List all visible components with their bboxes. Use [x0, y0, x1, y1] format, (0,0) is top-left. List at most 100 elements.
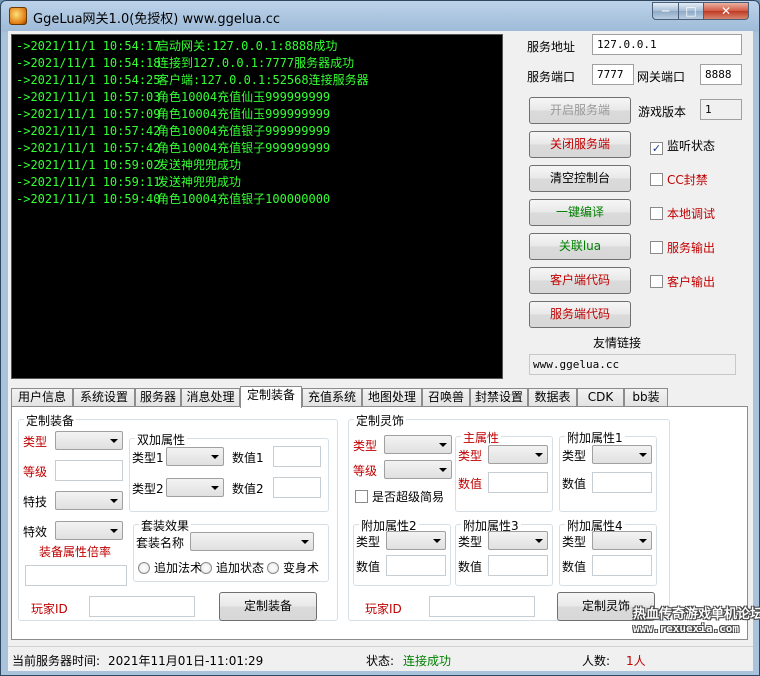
- maximize-button[interactable]: □: [678, 2, 704, 20]
- log-line: ->2021/11/1 10:54:25客户端:127.0.0.1:52568连…: [16, 72, 502, 89]
- start-server-button[interactable]: 开启服务端: [529, 97, 631, 124]
- main-attr-type-dropdown[interactable]: [488, 445, 548, 464]
- spirit-type-dropdown[interactable]: [384, 435, 452, 454]
- friend-links-list[interactable]: www.ggelua.cc: [529, 354, 736, 375]
- client-code-button[interactable]: 客户端代码: [529, 267, 631, 294]
- log-line: ->2021/11/1 10:57:09角色10004充值仙玉999999999: [16, 106, 502, 123]
- compile-button[interactable]: 一键编译: [529, 199, 631, 226]
- server-port-input[interactable]: 7777: [592, 64, 634, 85]
- game-version-label: 游戏版本: [638, 105, 687, 119]
- client-output-checkbox[interactable]: 客户输出: [650, 273, 715, 290]
- chevron-down-icon: [639, 539, 647, 543]
- log-line: ->2021/11/1 10:54:17启动网关:127.0.0.1:8888成…: [16, 38, 502, 55]
- add-attr3-value-label: 数值: [458, 560, 483, 574]
- log-line: ->2021/11/1 10:57:03角色10004充值仙玉999999999: [16, 89, 502, 106]
- equip-attr-rate-label: 装备属性倍率: [39, 545, 112, 559]
- radio-append-state-label: 追加状态: [216, 561, 265, 575]
- main-attr-value-input[interactable]: [488, 472, 548, 493]
- link-lua-button[interactable]: 关联lua: [529, 233, 631, 260]
- tab-5[interactable]: 充值系统: [302, 388, 362, 407]
- equip-type-dropdown[interactable]: [55, 431, 123, 450]
- add-attr1-type-dropdown[interactable]: [592, 445, 652, 464]
- title-bar[interactable]: GgeLua网关1.0(免授权) www.ggelua.cc ─ □ ✕: [1, 1, 759, 31]
- chevron-down-icon: [301, 540, 309, 544]
- chevron-down-icon: [110, 529, 118, 533]
- server-time-label: 当前服务器时间:: [12, 654, 101, 668]
- tab-10[interactable]: CDK: [577, 388, 624, 407]
- tab-7[interactable]: 召唤兽: [422, 388, 470, 407]
- equip-effect-dropdown[interactable]: [55, 521, 123, 540]
- add-attr3-type-dropdown[interactable]: [488, 531, 548, 550]
- radio-append-spell[interactable]: 追加法术: [138, 559, 202, 576]
- spirit-level-dropdown[interactable]: [384, 460, 452, 479]
- double-type2-dropdown[interactable]: [166, 478, 224, 497]
- log-message: 角色10004充值银子999999999: [157, 124, 331, 138]
- double-value1-label: 数值1: [232, 451, 264, 465]
- add-attr1-value-label: 数值: [562, 477, 587, 491]
- tab-11[interactable]: bb装: [624, 388, 668, 407]
- equip-player-id-input[interactable]: [89, 596, 195, 617]
- gateway-port-input[interactable]: 8888: [700, 64, 742, 85]
- client-area: ->2021/11/1 10:54:17启动网关:127.0.0.1:8888成…: [8, 31, 753, 671]
- set-name-dropdown[interactable]: [190, 532, 314, 551]
- equip-attr-rate-input[interactable]: [25, 565, 127, 586]
- spirit-player-id-input[interactable]: [429, 596, 535, 617]
- chevron-down-icon: [535, 539, 543, 543]
- chevron-down-icon: [110, 499, 118, 503]
- log-message: 启动网关:127.0.0.1:8888成功: [157, 39, 338, 53]
- tab-3[interactable]: 消息处理: [181, 388, 240, 407]
- tab-1[interactable]: 系统设置: [73, 388, 135, 407]
- local-debug-label: 本地调试: [667, 207, 716, 221]
- tab-6[interactable]: 地图处理: [362, 388, 422, 407]
- main-attr-group: 主属性 类型 数值: [455, 429, 553, 512]
- add-attr1-value-input[interactable]: [592, 472, 652, 493]
- custom-equipment-group: 定制装备 类型 等级 特技 特效 装备属性倍率 玩家ID 定制装备 双加属性 类…: [18, 412, 338, 621]
- double-value1-input[interactable]: [273, 446, 321, 467]
- add-attr2-group: 附加属性2 类型 数值: [353, 517, 451, 586]
- console-output[interactable]: ->2021/11/1 10:54:17启动网关:127.0.0.1:8888成…: [11, 34, 503, 379]
- spirit-level-label: 等级: [353, 464, 378, 478]
- clear-console-button[interactable]: 清空控制台: [529, 165, 631, 192]
- tab-8[interactable]: 封禁设置: [470, 388, 528, 407]
- server-code-button[interactable]: 服务端代码: [529, 301, 631, 328]
- listen-status-checkbox[interactable]: ✓ 监听状态: [650, 137, 715, 155]
- game-version-input[interactable]: 1: [700, 99, 742, 120]
- add-attr4-group: 附加属性4 类型 数值: [559, 517, 657, 586]
- super-simple-checkbox[interactable]: 是否超级简易: [355, 488, 444, 505]
- server-address-input[interactable]: 127.0.0.1: [592, 34, 742, 55]
- double-value2-input[interactable]: [273, 477, 321, 498]
- main-attr-value-label: 数值: [458, 477, 483, 491]
- tab-2[interactable]: 服务器: [135, 388, 181, 407]
- add-attr3-value-input[interactable]: [488, 555, 548, 576]
- equip-skill-dropdown[interactable]: [55, 491, 123, 510]
- tab-0[interactable]: 用户信息: [11, 388, 73, 407]
- server-time-value: 2021年11月01日-11:01:29: [108, 654, 264, 668]
- log-message: 角色10004充值银子999999999: [157, 141, 331, 155]
- server-output-checkbox[interactable]: 服务输出: [650, 239, 715, 256]
- add-attr4-value-input[interactable]: [592, 555, 652, 576]
- equip-type-label: 类型: [23, 435, 48, 449]
- equip-level-input[interactable]: [55, 460, 123, 481]
- tab-9[interactable]: 数据表: [528, 388, 577, 407]
- watermark-line1: 热血传奇游戏单机论坛: [633, 607, 760, 622]
- custom-spirit-group: 定制灵饰 类型 等级 是否超级简易 玩家ID 定制灵饰 主属性 类型 数值 附加…: [348, 412, 670, 621]
- log-timestamp: ->2021/11/1 10:59:11: [16, 175, 161, 189]
- set-effect-group: 套装效果 套装名称 追加法术 追加状态 变身术: [133, 517, 329, 582]
- friend-links-label: 友情链接: [593, 336, 642, 350]
- radio-append-state[interactable]: 追加状态: [200, 559, 264, 576]
- close-button[interactable]: ✕: [703, 2, 749, 20]
- checkmark-icon: ✓: [650, 142, 663, 155]
- tab-4[interactable]: 定制装备: [240, 386, 302, 408]
- cc-ban-checkbox[interactable]: CC封禁: [650, 171, 708, 188]
- custom-equipment-submit-button[interactable]: 定制装备: [219, 592, 317, 621]
- add-attr2-type-dropdown[interactable]: [386, 531, 446, 550]
- chevron-down-icon: [639, 453, 647, 457]
- double-type1-dropdown[interactable]: [166, 447, 224, 466]
- radio-transform[interactable]: 变身术: [267, 559, 319, 576]
- stop-server-button[interactable]: 关闭服务端: [529, 131, 631, 158]
- add-attr4-type-dropdown[interactable]: [592, 531, 652, 550]
- local-debug-checkbox[interactable]: 本地调试: [650, 205, 715, 222]
- minimize-button[interactable]: ─: [652, 2, 679, 20]
- double-attr-group: 双加属性 类型1 数值1 类型2 数值2: [129, 431, 329, 512]
- add-attr2-value-input[interactable]: [386, 555, 446, 576]
